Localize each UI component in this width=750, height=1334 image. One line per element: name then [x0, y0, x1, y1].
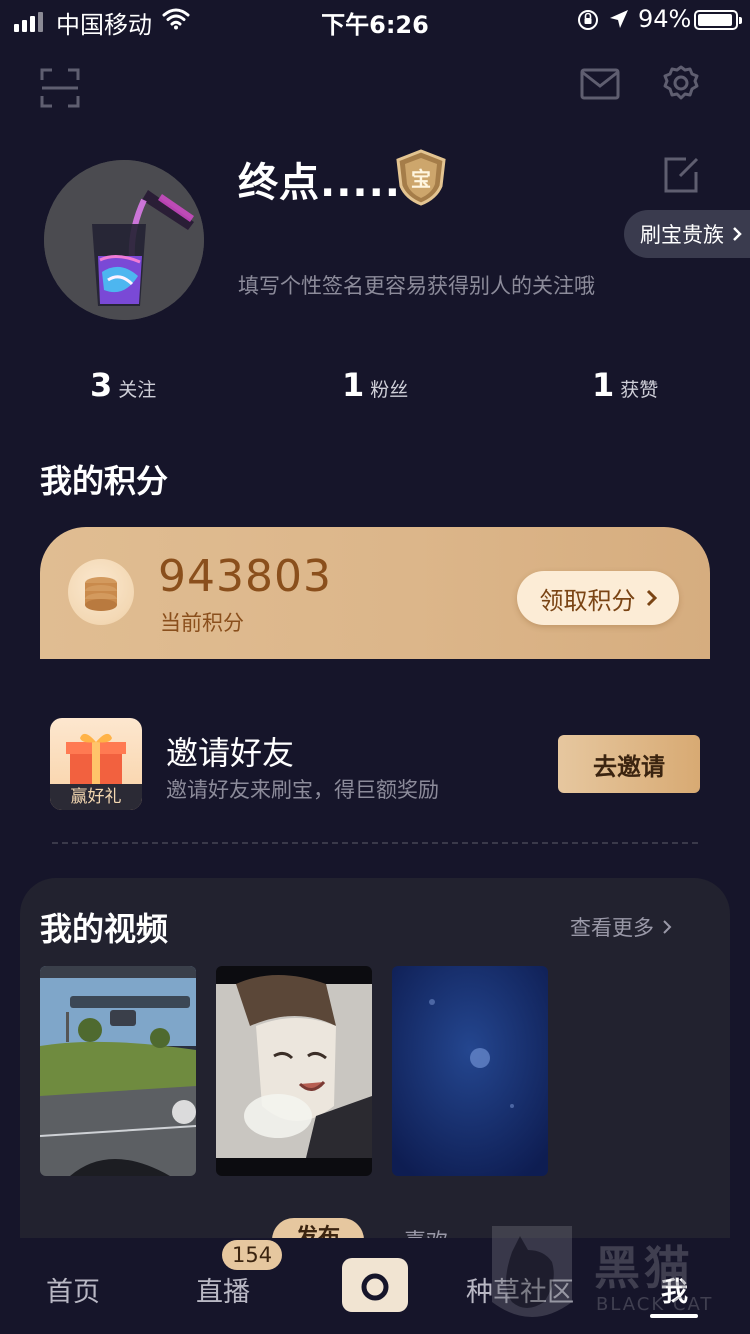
claim-points-label: 领取积分	[539, 586, 636, 615]
tab-home[interactable]: 首页	[46, 1270, 100, 1309]
edit-icon[interactable]	[662, 156, 700, 194]
stat-fans-count: 1	[342, 366, 365, 404]
video-thumbnail[interactable]	[216, 966, 372, 1176]
stat-likes[interactable]: 1 获赞	[592, 366, 658, 404]
treasure-badge-icon: 宝	[396, 149, 446, 206]
coin-stack-icon	[68, 559, 134, 625]
stat-following-label: 关注	[118, 379, 157, 401]
underwater-scene-image	[392, 966, 548, 1176]
battery-percent: 94%	[638, 5, 692, 33]
username: 终点.....	[238, 160, 401, 206]
points-card[interactable]: 943803 当前积分 领取积分	[40, 527, 710, 659]
gift-label: 赢好礼	[50, 784, 142, 810]
vip-button[interactable]: 刷宝贵族	[624, 210, 750, 258]
invite-description: 邀请好友来刷宝，得巨额奖励	[166, 778, 439, 802]
points-label: 当前积分	[160, 611, 244, 635]
points-value: 943803	[158, 551, 332, 602]
live-count-badge: 154	[222, 1240, 283, 1270]
signature-text[interactable]: 填写个性签名更容易获得别人的关注哦	[238, 270, 595, 300]
stat-fans[interactable]: 1 粉丝	[342, 366, 408, 404]
invite-button[interactable]: 去邀请	[558, 735, 700, 793]
status-bar: 中国移动 下午6:26 94%	[0, 0, 750, 40]
watermark-text: 黑猫	[594, 1241, 694, 1295]
black-cat-logo-icon	[492, 1226, 572, 1317]
video-thumbnail[interactable]	[40, 966, 196, 1176]
avatar[interactable]	[44, 160, 204, 320]
anime-scene-image	[216, 966, 372, 1176]
battery-icon	[694, 10, 742, 30]
claim-points-button[interactable]: 领取积分	[517, 571, 679, 625]
view-more-label: 查看更多	[570, 916, 654, 940]
chevron-right-icon	[733, 227, 742, 241]
mail-icon[interactable]	[580, 68, 620, 100]
invite-title: 邀请好友	[166, 734, 295, 772]
tab-live[interactable]: 直播	[196, 1270, 250, 1309]
game-scene-image	[40, 966, 196, 1176]
stat-likes-label: 获赞	[620, 379, 659, 401]
camera-icon	[357, 1269, 393, 1301]
videos-section-title: 我的视频	[40, 910, 169, 948]
gear-icon[interactable]	[662, 64, 700, 102]
scan-icon[interactable]	[40, 68, 80, 108]
gift-box-icon[interactable]: 赢好礼	[50, 718, 142, 810]
chevron-right-icon	[646, 589, 657, 607]
stat-following-count: 3	[90, 366, 113, 404]
location-arrow-icon	[610, 10, 628, 28]
view-more-link[interactable]: 查看更多	[570, 912, 672, 942]
stat-likes-count: 1	[592, 366, 615, 404]
watermark-subtext: BLACK CAT	[596, 1294, 714, 1315]
divider	[52, 842, 698, 844]
video-thumbnail[interactable]	[392, 966, 548, 1176]
stat-following[interactable]: 3 关注	[90, 366, 156, 404]
orientation-lock-icon	[578, 10, 598, 30]
stat-fans-label: 粉丝	[370, 379, 409, 401]
badge-char: 宝	[411, 167, 431, 191]
points-section-title: 我的积分	[40, 462, 169, 500]
camera-button[interactable]	[342, 1258, 408, 1312]
avatar-image	[44, 160, 204, 320]
vip-label: 刷宝贵族	[640, 223, 724, 247]
chevron-right-icon	[663, 920, 672, 934]
watermark: 黑猫 BLACK CAT	[482, 1222, 750, 1334]
